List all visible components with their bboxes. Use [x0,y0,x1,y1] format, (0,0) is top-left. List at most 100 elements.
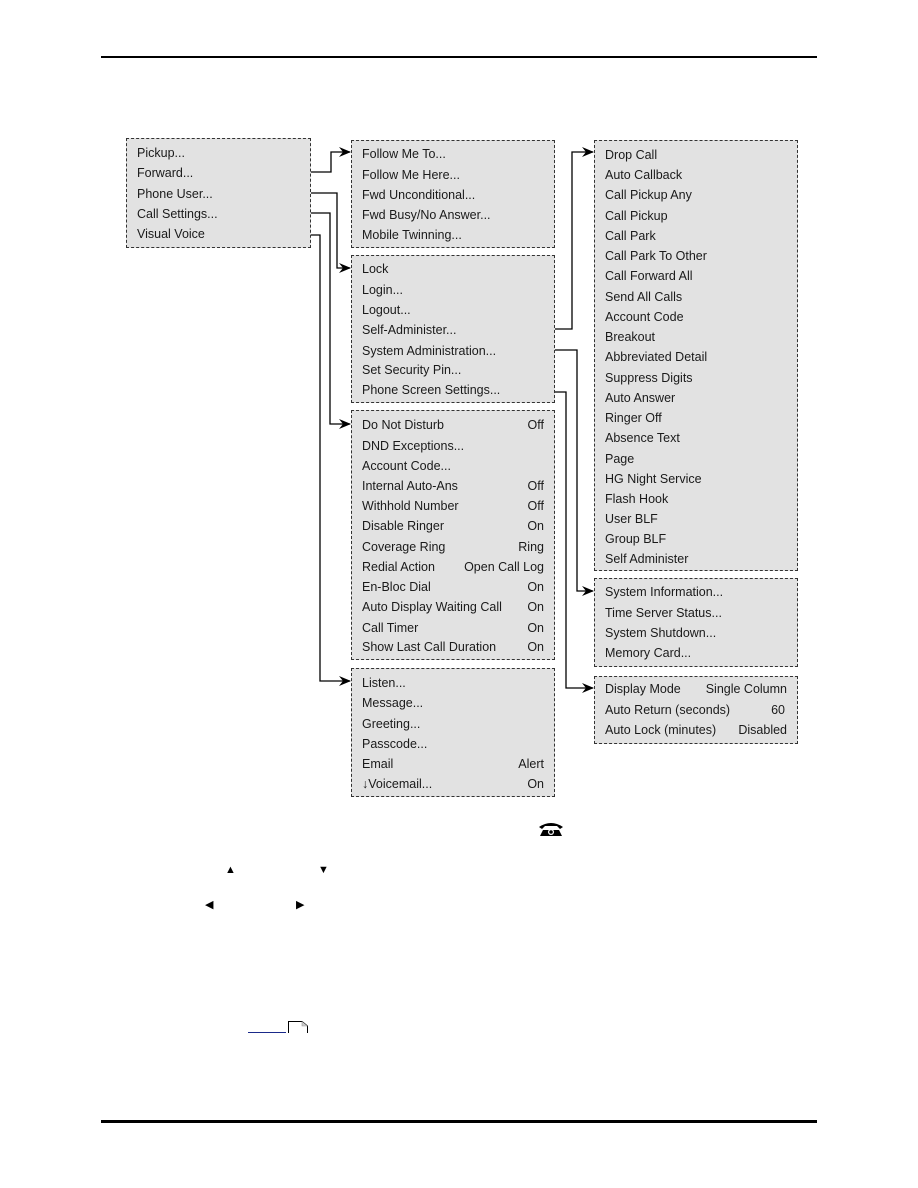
menu-item-label: Greeting... [362,717,421,731]
menu-item-call-timer[interactable]: Call Timer On [362,618,544,638]
right-arrow-icon: ▶ [296,899,305,911]
menu-item-fwd-unconditional[interactable]: Fwd Unconditional... [362,185,544,205]
menu-item-set-security-pin[interactable]: Set Security Pin... [362,360,544,380]
menu-item-value: On [527,621,544,635]
menu-item-pickup[interactable]: Pickup... [137,143,300,163]
menu-item-label: System Information... [605,585,724,599]
connector-system-administration [555,349,594,596]
menu-item[interactable]: HG Night Service [605,469,787,489]
menu-item-logout[interactable]: Logout... [362,300,544,320]
menu-item[interactable]: Absence Text [605,428,787,448]
menu-item-phone-screen-settings[interactable]: Phone Screen Settings... [362,380,544,400]
menu-item-login[interactable]: Login... [362,280,544,300]
menu-item-label: Account Code [605,310,684,324]
menu-item-do-not-disturb[interactable]: Do Not Disturb Off [362,415,544,435]
menu-item-value: 60 [771,703,785,717]
menu-item-lock[interactable]: Lock [362,259,544,279]
menu-item-label: Memory Card... [605,646,692,660]
menu-item-phone-user[interactable]: Phone User... [137,184,300,204]
menu-item[interactable]: Send All Calls [605,287,787,307]
cross-reference-link[interactable] [248,1032,286,1033]
menu-item-system-administration[interactable]: System Administration... [362,341,544,361]
menu-item-label: Listen... [362,676,406,690]
menu-item-greeting[interactable]: Greeting... [362,714,544,734]
menu-item-visual-voice[interactable]: Visual Voice [137,224,300,244]
menu-item[interactable]: Auto Answer [605,388,787,408]
menu-item-label: Drop Call [605,148,658,162]
menu-item[interactable]: Page [605,449,787,469]
menu-item[interactable]: Ringer Off [605,408,787,428]
menu-item-label: Logout... [362,303,411,317]
menu-item[interactable]: Call Forward All [605,266,787,286]
menu-item-voicemail[interactable]: ↓Voicemail... On [362,774,544,794]
menu-item-listen[interactable]: Listen... [362,673,544,693]
menu-item-auto-lock[interactable]: Auto Lock (minutes) Disabled [605,720,787,740]
menu-item-label: Call Settings... [137,207,218,221]
menu-item[interactable]: Account Code [605,307,787,327]
connector-forward [311,147,351,173]
menu-item-label: Email [362,757,394,771]
phone-screen-menu: Display Mode Single Column Auto Return (s… [594,676,798,744]
menu-item-call-settings[interactable]: Call Settings... [137,204,300,224]
menu-item-time-server-status[interactable]: Time Server Status... [605,603,787,623]
menu-item-dnd-exceptions[interactable]: DND Exceptions... [362,436,544,456]
menu-item-redial-action[interactable]: Redial Action Open Call Log [362,557,544,577]
menu-item[interactable]: User BLF [605,509,787,529]
menu-item-mobile-twinning[interactable]: Mobile Twinning... [362,225,544,245]
menu-item-self-administer[interactable]: Self-Administer... [362,320,544,340]
menu-item[interactable]: Call Pickup Any [605,185,787,205]
menu-item-label: Ringer Off [605,411,662,425]
menu-item-label: Forward... [137,166,194,180]
menu-item-label: Redial Action [362,560,435,574]
up-arrow-icon: ▲ [225,864,236,876]
menu-item[interactable]: Abbreviated Detail [605,347,787,367]
menu-item-label: ↓Voicemail... [362,777,433,791]
menu-item-follow-me-to[interactable]: Follow Me To... [362,144,544,164]
menu-item-value: Off [527,418,544,432]
menu-item-label: Breakout [605,330,656,344]
menu-item-en-bloc-dial[interactable]: En-Bloc Dial On [362,577,544,597]
menu-item-label: Call Pickup [605,209,668,223]
connector-self-administer [555,147,594,330]
menu-item[interactable]: Call Park [605,226,787,246]
menu-item-internal-auto-ans[interactable]: Internal Auto-Ans Off [362,476,544,496]
menu-item[interactable]: Group BLF [605,529,787,549]
menu-item-coverage-ring[interactable]: Coverage Ring Ring [362,537,544,557]
menu-item-display-mode[interactable]: Display Mode Single Column [605,679,787,699]
main-menu: Pickup... Forward... Phone User... Call … [126,138,311,248]
menu-item-email[interactable]: Email Alert [362,754,544,774]
menu-item-label: Time Server Status... [605,606,722,620]
menu-item-withhold-number[interactable]: Withhold Number Off [362,496,544,516]
menu-item-follow-me-here[interactable]: Follow Me Here... [362,165,544,185]
menu-item-label: Pickup... [137,146,185,160]
menu-item[interactable]: Auto Callback [605,165,787,185]
phone-user-menu: Lock Login... Logout... Self-Administer.… [351,255,555,403]
menu-item-label: Send All Calls [605,290,683,304]
connector-call-settings [311,212,351,429]
menu-item-label: Auto Lock (minutes) [605,723,717,737]
menu-item-disable-ringer[interactable]: Disable Ringer On [362,516,544,536]
menu-item[interactable]: Suppress Digits [605,368,787,388]
menu-item-account-code[interactable]: Account Code... [362,456,544,476]
menu-item-system-shutdown[interactable]: System Shutdown... [605,623,787,643]
menu-item[interactable]: Call Pickup [605,206,787,226]
menu-item-value: Disabled [738,723,787,737]
menu-item-system-information[interactable]: System Information... [605,582,787,602]
menu-item[interactable]: Breakout [605,327,787,347]
menu-item[interactable]: Call Park To Other [605,246,787,266]
menu-item-auto-display-waiting-call[interactable]: Auto Display Waiting Call On [362,597,544,617]
menu-item-auto-return[interactable]: Auto Return (seconds) 60 [605,700,787,720]
menu-item-show-last-call-duration[interactable]: Show Last Call Duration On [362,637,544,657]
menu-item-label: Self Administer [605,552,689,566]
menu-item-message[interactable]: Message... [362,693,544,713]
page-reference-icon [288,1021,308,1033]
menu-item[interactable]: Drop Call [605,145,787,165]
menu-item-memory-card[interactable]: Memory Card... [605,643,787,663]
menu-item-value: Open Call Log [464,560,544,574]
menu-item[interactable]: Flash Hook [605,489,787,509]
menu-item[interactable]: Self Administer [605,549,787,569]
menu-item-label: Message... [362,696,424,710]
menu-item-passcode[interactable]: Passcode... [362,734,544,754]
menu-item-fwd-busy-no-answer[interactable]: Fwd Busy/No Answer... [362,205,544,225]
menu-item-forward[interactable]: Forward... [137,163,300,183]
